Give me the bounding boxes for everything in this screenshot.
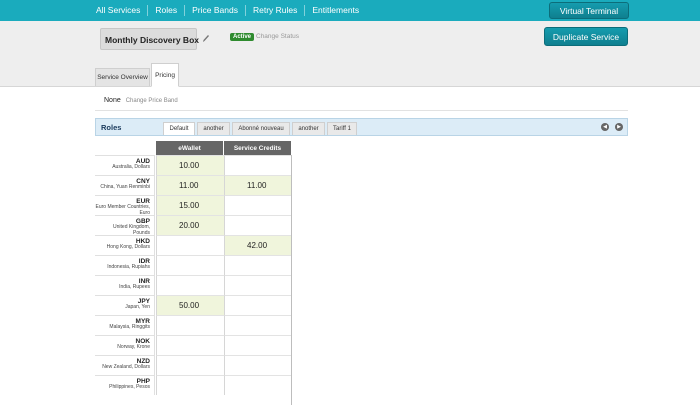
top-nav-bar: All Services Roles Price Bands Retry Rul… <box>0 0 700 21</box>
currency-cell: EUR Euro Member Countries, Euro <box>95 195 155 215</box>
currency-description: New Zealand, Dollars <box>102 364 150 370</box>
currency-cell: NOK Norway, Krone <box>95 335 155 355</box>
tab-pricing[interactable]: Pricing <box>151 63 179 87</box>
service-credits-price-cell[interactable] <box>224 295 292 315</box>
table-row: INR India, Rupees <box>95 275 292 295</box>
main-nav: All Services Roles Price Bands Retry Rul… <box>89 0 366 21</box>
pencil-icon[interactable] <box>202 33 210 43</box>
divider <box>95 110 628 111</box>
virtual-terminal-button[interactable]: Virtual Terminal <box>549 2 629 19</box>
ewallet-price-cell[interactable]: 15.00 <box>156 195 224 215</box>
service-credits-price-cell[interactable] <box>224 335 292 355</box>
currency-description: Euro Member Countries, Euro <box>95 204 150 215</box>
ewallet-price-cell[interactable]: 10.00 <box>156 155 224 175</box>
role-tab-abonne-nouveau[interactable]: Abonné nouveau <box>232 122 290 135</box>
ewallet-price-cell[interactable] <box>156 235 224 255</box>
currency-cell: MYR Malaysia, Ringgits <box>95 315 155 335</box>
price-band-value: None <box>104 97 121 104</box>
currency-cell: PHP Philippines, Pesos <box>95 375 155 395</box>
ewallet-price-cell[interactable] <box>156 355 224 375</box>
role-tab-another-2[interactable]: another <box>292 122 325 135</box>
nav-entitlements[interactable]: Entitlements <box>304 5 366 16</box>
service-header: Monthly Discovery Box Active Change Stat… <box>0 21 700 87</box>
currency-cell: JPY Japan, Yen <box>95 295 155 315</box>
table-row: CNY China, Yuan Renminbi 11.00 11.00 <box>95 175 292 195</box>
scroll-right-icon[interactable]: ▶ <box>615 123 623 131</box>
currency-description: Indonesia, Rupiahs <box>107 264 150 270</box>
ewallet-price-cell[interactable] <box>156 375 224 395</box>
column-header-service-credits: Service Credits <box>224 141 291 155</box>
tab-service-overview[interactable]: Service Overview <box>95 68 150 86</box>
service-credits-price-cell[interactable] <box>224 275 292 295</box>
currency-cell: AUD Australia, Dollars <box>95 155 155 175</box>
service-credits-price-cell[interactable] <box>224 195 292 215</box>
currency-description: Malaysia, Ringgits <box>109 324 150 330</box>
price-band-row: None Change Price Band <box>104 97 178 104</box>
nav-price-bands[interactable]: Price Bands <box>184 5 245 16</box>
currency-description: Japan, Yen <box>125 304 150 310</box>
table-row: NOK Norway, Krone <box>95 335 292 355</box>
service-credits-price-cell[interactable] <box>224 375 292 395</box>
ewallet-price-cell[interactable]: 50.00 <box>156 295 224 315</box>
currency-description: Norway, Krone <box>117 344 150 350</box>
ewallet-price-cell[interactable] <box>156 315 224 335</box>
currency-description: Australia, Dollars <box>112 164 150 170</box>
currency-description: Philippines, Pesos <box>109 384 150 390</box>
table-row: AUD Australia, Dollars 10.00 <box>95 155 292 175</box>
roles-bar: Roles Default another Abonné nouveau ano… <box>95 118 628 136</box>
service-credits-price-cell[interactable] <box>224 215 292 235</box>
scroll-left-icon[interactable]: ◀ <box>601 123 609 131</box>
table-row: HKD Hong Kong, Dollars 42.00 <box>95 235 292 255</box>
ewallet-price-cell[interactable] <box>156 255 224 275</box>
service-credits-price-cell[interactable] <box>224 355 292 375</box>
currency-cell: NZD New Zealand, Dollars <box>95 355 155 375</box>
currency-cell: HKD Hong Kong, Dollars <box>95 235 155 255</box>
service-credits-price-cell[interactable] <box>224 255 292 275</box>
grid-right-border <box>291 155 292 405</box>
table-row: GBP United Kingdom, Pounds 20.00 <box>95 215 292 235</box>
ewallet-price-cell[interactable]: 20.00 <box>156 215 224 235</box>
ewallet-price-cell[interactable] <box>156 275 224 295</box>
duplicate-service-button[interactable]: Duplicate Service <box>544 27 628 46</box>
roles-label: Roles <box>101 123 122 132</box>
currency-description: United Kingdom, Pounds <box>113 224 150 235</box>
service-credits-price-cell[interactable] <box>224 315 292 335</box>
currency-description: Hong Kong, Dollars <box>106 244 150 250</box>
change-status-link[interactable]: Change Status <box>256 33 299 40</box>
currency-description: India, Rupees <box>119 284 150 290</box>
table-row: IDR Indonesia, Rupiahs <box>95 255 292 275</box>
service-credits-price-cell[interactable]: 42.00 <box>224 235 292 255</box>
table-row: NZD New Zealand, Dollars <box>95 355 292 375</box>
currency-cell: GBP United Kingdom, Pounds <box>95 215 155 235</box>
column-header-ewallet: eWallet <box>156 141 223 155</box>
role-tab-default[interactable]: Default <box>163 122 195 135</box>
currency-description: China, Yuan Renminbi <box>100 184 150 190</box>
nav-roles[interactable]: Roles <box>147 5 184 16</box>
change-price-band-link[interactable]: Change Price Band <box>126 98 178 104</box>
service-name-field[interactable]: Monthly Discovery Box <box>100 28 199 50</box>
status-badge: Active <box>230 33 255 41</box>
ewallet-price-cell[interactable] <box>156 335 224 355</box>
service-credits-price-cell[interactable] <box>224 155 292 175</box>
role-tab-another[interactable]: another <box>197 122 230 135</box>
service-credits-price-cell[interactable]: 11.00 <box>224 175 292 195</box>
table-row: MYR Malaysia, Ringgits <box>95 315 292 335</box>
table-row: EUR Euro Member Countries, Euro 15.00 <box>95 195 292 215</box>
currency-cell: INR India, Rupees <box>95 275 155 295</box>
ewallet-price-cell[interactable]: 11.00 <box>156 175 224 195</box>
currency-cell: IDR Indonesia, Rupiahs <box>95 255 155 275</box>
table-row: JPY Japan, Yen 50.00 <box>95 295 292 315</box>
table-row: PHP Philippines, Pesos <box>95 375 292 395</box>
nav-all-services[interactable]: All Services <box>89 5 147 16</box>
role-tab-tariff-1[interactable]: Tariff 1 <box>327 122 357 135</box>
currency-cell: CNY China, Yuan Renminbi <box>95 175 155 195</box>
nav-retry-rules[interactable]: Retry Rules <box>244 5 304 16</box>
